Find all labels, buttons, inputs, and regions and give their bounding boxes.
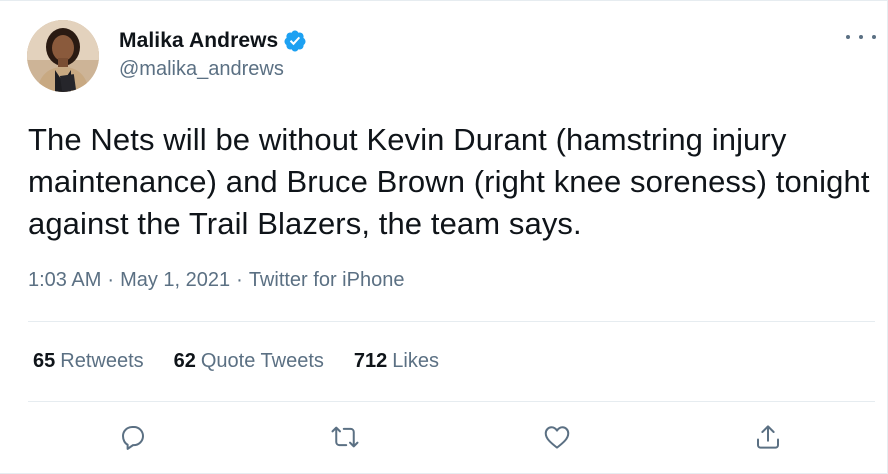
more-icon[interactable] (846, 27, 876, 47)
action-bar (0, 420, 888, 454)
tweet-text: The Nets will be without Kevin Durant (h… (28, 122, 870, 241)
quote-tweets-count: 62 (173, 350, 196, 372)
more-dot (872, 35, 876, 39)
author-name-row[interactable]: Malika Andrews (119, 28, 307, 54)
author-display-name[interactable]: Malika Andrews (119, 29, 278, 53)
likes-label: Likes (392, 350, 439, 372)
profile-photo-icon (27, 20, 99, 92)
likes-count: 712 (353, 350, 388, 372)
share-icon[interactable] (751, 420, 785, 454)
tweet-source[interactable]: Twitter for iPhone (249, 269, 405, 291)
meta-separator: · (107, 269, 115, 291)
tweet-stats: 65 Retweets 62 Quote Tweets 712 Likes (33, 350, 469, 373)
retweets-stat[interactable]: 65 Retweets (33, 350, 144, 373)
quote-tweets-stat[interactable]: 62 Quote Tweets (174, 350, 324, 373)
verified-badge-icon (283, 29, 307, 53)
tweet-card: Malika Andrews @malika_andrews The Nets … (0, 0, 888, 474)
quote-tweets-label: Quote Tweets (200, 350, 324, 372)
likes-stat[interactable]: 712 Likes (354, 350, 439, 373)
meta-separator: · (236, 269, 243, 291)
reply-icon[interactable] (116, 420, 150, 454)
divider (28, 321, 875, 322)
tweet-date[interactable]: May 1, 2021 (120, 269, 230, 291)
author-handle[interactable]: @malika_andrews (119, 58, 284, 81)
retweet-icon[interactable] (328, 420, 362, 454)
more-dot (859, 35, 863, 39)
avatar[interactable] (27, 20, 99, 92)
tweet-meta: 1:03 AM · May 1, 2021 · Twitter for iPhone (28, 269, 404, 292)
retweets-count: 65 (33, 350, 56, 372)
more-dot (846, 35, 850, 39)
tweet-time[interactable]: 1:03 AM (28, 269, 101, 291)
like-icon[interactable] (540, 420, 574, 454)
retweets-label: Retweets (60, 350, 144, 372)
divider (28, 401, 875, 402)
